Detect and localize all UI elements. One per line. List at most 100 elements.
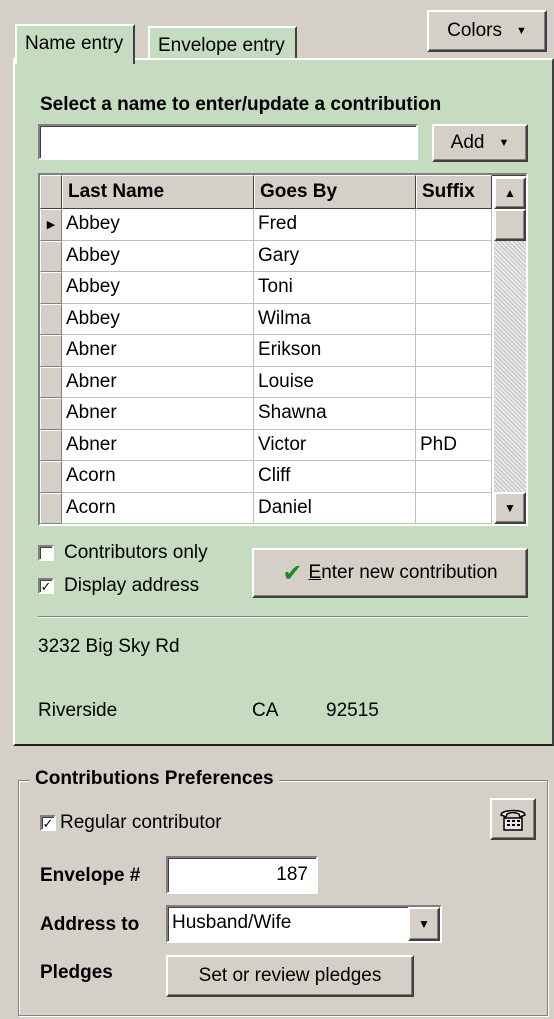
goes-by-cell[interactable]: Erikson	[254, 335, 416, 367]
table-row[interactable]: ▶ Abbey Fred	[40, 209, 492, 241]
column-header-goes-by[interactable]: Goes By	[254, 175, 416, 209]
table-row[interactable]: Acorn Cliff	[40, 461, 492, 493]
names-grid[interactable]: Last Name Goes By Suffix ▶ Abbey Fred Abbey…	[38, 173, 528, 526]
phone-button[interactable]	[490, 798, 536, 840]
tab-envelope-entry[interactable]: Envelope entry	[148, 26, 297, 62]
display-address-box[interactable]: ✓	[38, 578, 54, 594]
goes-by-cell[interactable]: Cliff	[254, 461, 416, 493]
suffix-cell[interactable]	[416, 209, 492, 241]
goes-by-cell[interactable]: Toni	[254, 272, 416, 304]
regular-contributor-box[interactable]: ✓	[40, 815, 56, 831]
regular-contributor-checkbox[interactable]: ✓ Regular contributor	[40, 812, 222, 834]
table-row[interactable]: Acorn Daniel	[40, 492, 492, 524]
row-selector[interactable]	[40, 461, 62, 493]
suffix-cell[interactable]	[416, 366, 492, 398]
pledges-label: Pledges	[40, 962, 113, 983]
scroll-down-button[interactable]: ▼	[494, 492, 526, 524]
last-name-cell[interactable]: Abner	[62, 335, 254, 367]
address-to-value: Husband/Wife	[172, 912, 292, 933]
triangle-down-icon: ▼	[504, 501, 516, 515]
last-name-cell[interactable]: Abner	[62, 398, 254, 430]
table-row[interactable]: Abner Shawna	[40, 398, 492, 430]
address-to-select[interactable]: Husband/Wife ▼	[166, 905, 442, 943]
table-row[interactable]: Abner Victor PhD	[40, 429, 492, 461]
vertical-scrollbar[interactable]: ▲ ▼	[494, 177, 526, 524]
enter-new-contribution-button[interactable]: ✔ Enter new contribution	[252, 548, 528, 598]
suffix-cell[interactable]	[416, 240, 492, 272]
telephone-icon	[500, 809, 526, 831]
colors-button[interactable]: Colors ▼	[427, 10, 547, 52]
enter-new-contribution-label: Enter new contribution	[308, 562, 498, 583]
add-button[interactable]: Add ▼	[432, 124, 528, 162]
row-selector[interactable]	[40, 398, 62, 430]
row-selector[interactable]	[40, 429, 62, 461]
last-name-cell[interactable]: Abner	[62, 429, 254, 461]
set-or-review-pledges-label: Set or review pledges	[198, 965, 382, 986]
row-selector[interactable]	[40, 303, 62, 335]
goes-by-cell[interactable]: Louise	[254, 366, 416, 398]
table-row[interactable]: Abbey Gary	[40, 240, 492, 272]
display-address-label: Display address	[64, 575, 200, 596]
contributors-only-label: Contributors only	[64, 542, 208, 563]
suffix-cell[interactable]	[416, 303, 492, 335]
suffix-cell[interactable]	[416, 272, 492, 304]
goes-by-cell[interactable]: Fred	[254, 209, 416, 241]
row-selector[interactable]	[40, 492, 62, 524]
row-selector[interactable]	[40, 272, 62, 304]
envelope-number-field[interactable]: 187	[166, 856, 318, 894]
grid-body: ▶ Abbey Fred Abbey Gary Abbey Toni Abbey Wilma Ab…	[40, 209, 492, 524]
set-or-review-pledges-button[interactable]: Set or review pledges	[166, 955, 414, 997]
select-prompt: Select a name to enter/update a contribu…	[40, 94, 442, 115]
tab-name-entry-label: Name entry	[25, 33, 124, 54]
row-selector[interactable]	[40, 240, 62, 272]
goes-by-cell[interactable]: Daniel	[254, 492, 416, 524]
table-row[interactable]: Abbey Toni	[40, 272, 492, 304]
tab-name-entry[interactable]: Name entry	[15, 24, 136, 64]
suffix-cell[interactable]	[416, 335, 492, 367]
goes-by-cell[interactable]: Gary	[254, 240, 416, 272]
triangle-up-icon: ▲	[504, 186, 516, 200]
row-selector[interactable]: ▶	[40, 209, 62, 241]
table-row[interactable]: Abner Louise	[40, 366, 492, 398]
address-street: 3232 Big Sky Rd	[38, 636, 180, 657]
regular-contributor-label: Regular contributor	[60, 812, 222, 833]
check-mark-icon: ✔	[282, 559, 303, 587]
address-to-dropdown-button[interactable]: ▼	[408, 907, 440, 941]
last-name-cell[interactable]: Acorn	[62, 492, 254, 524]
column-header-last-name[interactable]: Last Name	[62, 175, 254, 209]
envelope-number-label: Envelope #	[40, 865, 141, 886]
current-row-indicator-icon: ▶	[46, 219, 56, 232]
address-city: Riverside	[38, 700, 118, 721]
suffix-cell[interactable]	[416, 492, 492, 524]
search-input[interactable]	[38, 124, 418, 160]
tab-envelope-entry-label: Envelope entry	[158, 35, 285, 56]
triangle-down-icon: ▼	[418, 917, 430, 931]
contributors-only-checkbox[interactable]: Contributors only	[38, 542, 208, 564]
suffix-cell[interactable]	[416, 398, 492, 430]
scroll-up-button[interactable]: ▲	[494, 177, 526, 209]
row-selector[interactable]	[40, 366, 62, 398]
chevron-down-icon: ▼	[516, 25, 527, 37]
last-name-cell[interactable]: Abbey	[62, 209, 254, 241]
last-name-cell[interactable]: Acorn	[62, 461, 254, 493]
table-row[interactable]: Abner Erikson	[40, 335, 492, 367]
preferences-title: Contributions Preferences	[30, 768, 279, 790]
divider	[38, 616, 528, 618]
row-selector-header	[40, 175, 62, 209]
colors-button-label: Colors	[447, 20, 502, 41]
suffix-cell[interactable]	[416, 461, 492, 493]
display-address-checkbox[interactable]: ✓ Display address	[38, 575, 199, 597]
column-header-suffix[interactable]: Suffix	[416, 175, 492, 209]
contributors-only-box[interactable]	[38, 545, 54, 561]
goes-by-cell[interactable]: Victor	[254, 429, 416, 461]
suffix-cell[interactable]: PhD	[416, 429, 492, 461]
last-name-cell[interactable]: Abner	[62, 366, 254, 398]
scroll-thumb[interactable]	[494, 209, 526, 241]
row-selector[interactable]	[40, 335, 62, 367]
table-row[interactable]: Abbey Wilma	[40, 303, 492, 335]
last-name-cell[interactable]: Abbey	[62, 272, 254, 304]
last-name-cell[interactable]: Abbey	[62, 240, 254, 272]
goes-by-cell[interactable]: Shawna	[254, 398, 416, 430]
last-name-cell[interactable]: Abbey	[62, 303, 254, 335]
goes-by-cell[interactable]: Wilma	[254, 303, 416, 335]
